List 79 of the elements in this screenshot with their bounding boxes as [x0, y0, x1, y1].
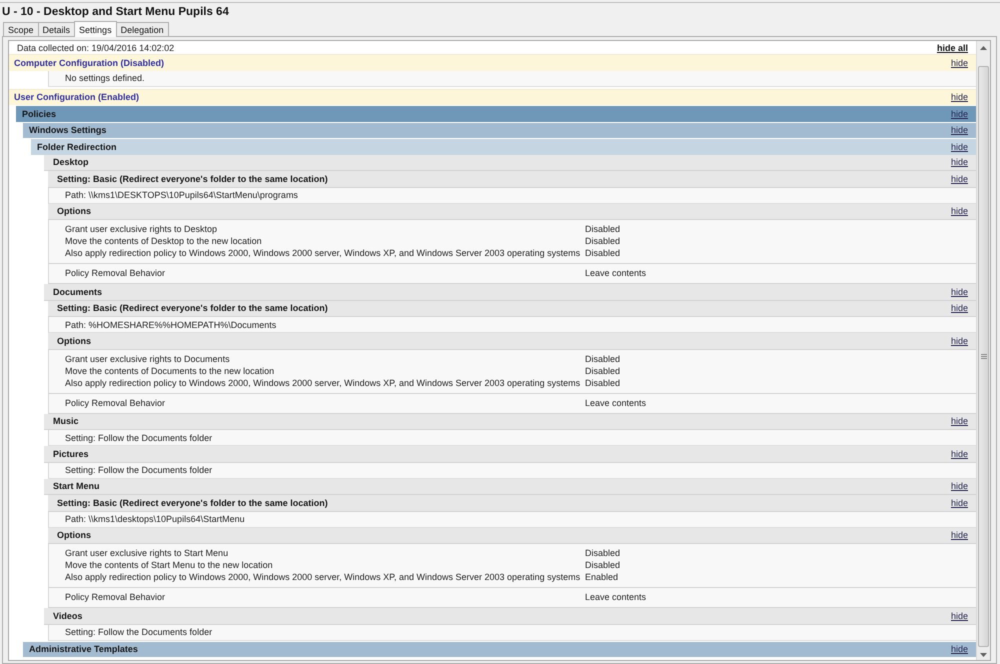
detail-row: Setting: Follow the Documents folder: [48, 430, 976, 446]
hide-link[interactable]: hide: [950, 610, 968, 621]
hide-link[interactable]: hide: [950, 142, 968, 152]
option-name: Move the contents of Start Menu to the new location: [65, 559, 274, 571]
collected-date: Data collected on: 19/04/2016 14:02:02: [17, 42, 174, 52]
header-title: Windows Settings: [29, 125, 106, 136]
option-value: Disabled: [585, 352, 620, 364]
header-title: Folder Redirection: [37, 142, 117, 152]
detail-row: No settings defined.: [48, 70, 976, 86]
hide-link[interactable]: hide: [950, 174, 968, 184]
option-value: Leave contents: [585, 267, 646, 279]
option-value: Disabled: [585, 547, 620, 559]
hide-link[interactable]: hide: [950, 530, 968, 540]
header-title: Administrative Templates: [29, 644, 138, 654]
hide-all-link[interactable]: hide all: [936, 42, 968, 52]
hide-link[interactable]: hide: [950, 416, 968, 426]
option-value: Disabled: [585, 223, 620, 235]
option-name: Also apply redirection policy to Windows 2000, Windows 2000 server, Windows XP, and Windows Server 2003 operating systems: [65, 247, 582, 259]
header-title: Desktop: [53, 157, 89, 168]
header-title: Policies: [22, 108, 56, 119]
header-title: Setting: Basic (Redirect everyone's folder to the same location): [57, 498, 328, 508]
hide-link[interactable]: hide: [950, 92, 968, 102]
detail-row: Path: \\kms1\desktops\10Pupils64\StartMenu: [48, 512, 976, 528]
hide-link[interactable]: hide: [950, 206, 968, 216]
header-title: Pictures: [53, 448, 89, 459]
tab[interactable]: Settings: [74, 21, 117, 37]
header-title: Setting: Basic (Redirect everyone's folder to the same location): [57, 303, 328, 314]
tab[interactable]: Delegation: [116, 22, 169, 36]
option-name: Policy Removal Behavior: [65, 591, 166, 603]
detail-row: Path: %HOMESHARE%%HOMEPATH%\Documents: [48, 317, 976, 333]
option-name: Grant user exclusive rights to Documents: [65, 352, 231, 364]
header-title: Setting: Basic (Redirect everyone's folder to the same location): [57, 174, 328, 184]
option-name: Policy Removal Behavior: [65, 396, 166, 408]
option-name: Also apply redirection policy to Windows 2000, Windows 2000 server, Windows XP, and Windows Server 2003 operating systems: [65, 376, 582, 388]
detail-row: Path: \\kms1\DESKTOPS\10Pupils64\StartMenu\programs: [48, 188, 976, 204]
header-title: Options: [57, 336, 91, 346]
option-name: Move the contents of Documents to the new location: [65, 364, 276, 376]
option-name: Grant user exclusive rights to Start Menu: [65, 547, 230, 559]
option-name: Grant user exclusive rights to Desktop: [65, 223, 218, 235]
header-title: Start Menu: [53, 481, 100, 492]
header-title: User Configuration (Enabled): [14, 92, 140, 102]
option-value: Disabled: [585, 235, 620, 247]
scroll-down-arrow-icon[interactable]: [980, 653, 987, 657]
hide-link[interactable]: hide: [950, 448, 968, 459]
option-value: Disabled: [585, 376, 620, 388]
option-value: Leave contents: [585, 396, 646, 408]
header-title: Documents: [53, 286, 102, 297]
grip-icon: [980, 354, 986, 359]
hide-link[interactable]: hide: [950, 157, 968, 168]
hide-link[interactable]: hide: [950, 58, 968, 68]
hide-link[interactable]: hide: [950, 286, 968, 297]
hide-link[interactable]: hide: [950, 481, 968, 492]
tab[interactable]: Details: [38, 22, 76, 36]
option-value: Disabled: [585, 559, 620, 571]
header-title: Options: [57, 530, 91, 540]
option-name: Policy Removal Behavior: [65, 267, 166, 279]
option-name: Move the contents of Desktop to the new location: [65, 235, 263, 247]
tab[interactable]: Scope: [3, 22, 39, 36]
option-value: Enabled: [585, 571, 620, 583]
header-title: Options: [57, 206, 91, 216]
option-value: Disabled: [585, 364, 620, 376]
window-title: U - 10 - Desktop and Start Menu Pupils 64: [2, 5, 229, 19]
hide-link[interactable]: hide: [950, 336, 968, 346]
detail-row: Setting: Follow the Documents folder: [48, 624, 976, 640]
header-title: Music: [53, 416, 79, 426]
hide-link[interactable]: hide: [950, 303, 968, 314]
scrollbar[interactable]: [976, 41, 990, 660]
option-value: Disabled: [585, 247, 620, 259]
option-name: Also apply redirection policy to Windows 2000, Windows 2000 server, Windows XP, and Windows Server 2003 operating systems: [65, 571, 582, 583]
header-title: Computer Configuration (Disabled): [14, 58, 164, 68]
header-title: Videos: [53, 610, 82, 621]
detail-row: Setting: Follow the Documents folder: [48, 462, 976, 478]
hide-link[interactable]: hide: [950, 108, 968, 119]
hide-link[interactable]: hide: [950, 644, 968, 654]
hide-link[interactable]: hide: [950, 498, 968, 508]
scrollbar-thumb[interactable]: [978, 66, 989, 647]
hide-link[interactable]: hide: [950, 125, 968, 136]
scroll-up-arrow-icon[interactable]: [980, 46, 987, 50]
option-value: Leave contents: [585, 591, 646, 603]
